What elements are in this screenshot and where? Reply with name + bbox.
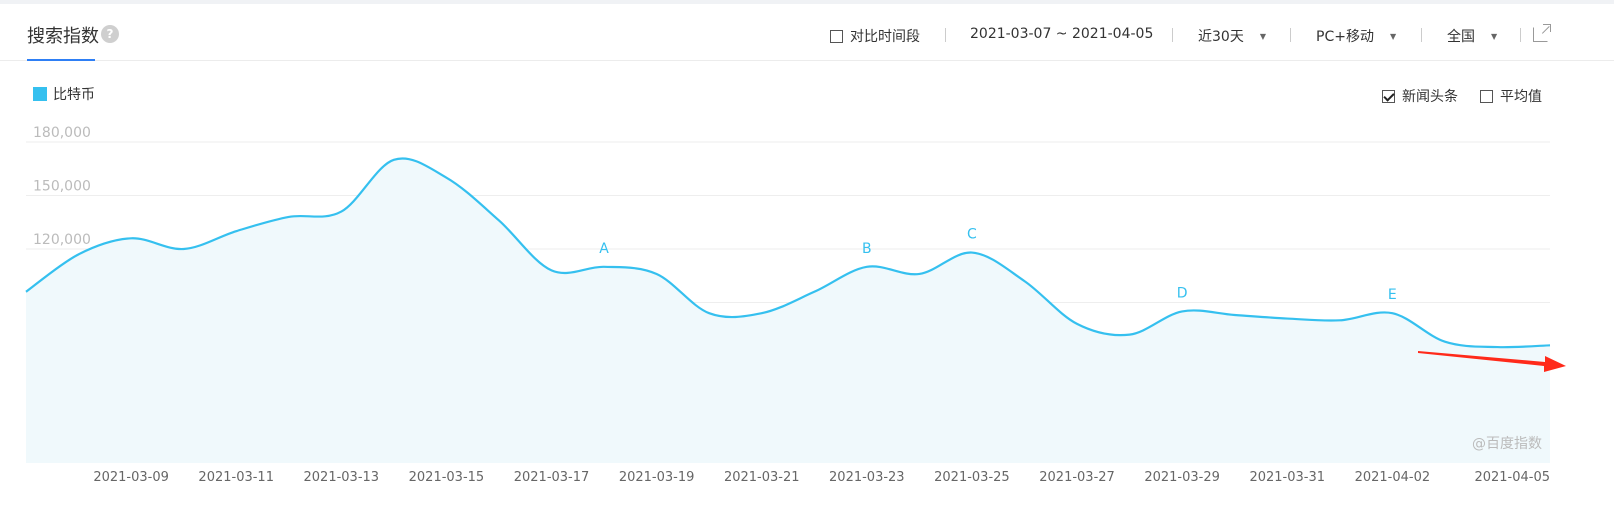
active-tab-indicator [27,59,95,61]
divider [1290,28,1291,42]
x-tick-label: 2021-03-17 [514,470,590,485]
x-tick-label: 2021-03-21 [724,470,800,485]
page-title: 搜索指数 [27,26,99,47]
divider [945,28,946,42]
compare-period-toggle[interactable]: 对比时间段 [830,26,920,46]
x-tick-label: 2021-03-31 [1249,470,1325,485]
x-tick-label: 2021-03-13 [304,470,380,485]
y-tick-label: 150,000 [33,179,91,195]
annotation-label: B [862,241,872,257]
divider [1421,28,1422,42]
x-tick-label: 2021-04-02 [1355,470,1431,485]
external-link-icon[interactable] [1533,24,1551,42]
date-range-picker[interactable]: 2021-03-07 ~ 2021-04-05 [970,26,1153,42]
annotation-label: E [1388,287,1397,303]
annotation-label: C [967,227,977,243]
help-icon[interactable]: ? [101,25,119,43]
period-select[interactable]: 近30天 ▼ [1198,26,1266,46]
device-select[interactable]: PC+移动 ▼ [1316,26,1396,46]
caret-down-icon: ▼ [1259,32,1266,41]
x-tick-label: 2021-03-09 [93,470,169,485]
region-value: 全国 [1447,29,1475,45]
x-tick-label: 2021-04-05 [1474,470,1550,485]
legend-swatch [33,87,47,101]
period-value: 近30天 [1198,29,1244,45]
x-tick-label: 2021-03-23 [829,470,905,485]
region-select[interactable]: 全国 ▼ [1447,26,1497,46]
x-tick-label: 2021-03-25 [934,470,1010,485]
watermark: @百度指数 [1472,436,1542,452]
compare-label: 对比时间段 [850,29,920,45]
caret-down-icon: ▼ [1491,32,1498,41]
x-tick-label: 2021-03-15 [409,470,485,485]
divider [1520,28,1521,42]
series-area [26,158,1550,463]
search-index-chart: 30,00060,00090,000120,000150,000180,000A… [25,125,1566,485]
y-tick-label: 180,000 [33,125,91,141]
x-tick-label: 2021-03-27 [1039,470,1115,485]
compare-checkbox[interactable] [830,30,843,43]
annotation-label: A [599,241,609,257]
x-tick-label: 2021-03-29 [1144,470,1220,485]
chart-header: 搜索指数 ? 对比时间段 2021-03-07 ~ 2021-04-05 近30… [0,4,1614,61]
caret-down-icon: ▼ [1389,32,1397,41]
divider [1172,28,1173,42]
annotation-label: D [1177,285,1188,301]
x-tick-label: 2021-03-19 [619,470,695,485]
y-tick-label: 120,000 [33,232,91,248]
x-tick-label: 2021-03-11 [198,470,274,485]
device-value: PC+移动 [1316,29,1374,45]
